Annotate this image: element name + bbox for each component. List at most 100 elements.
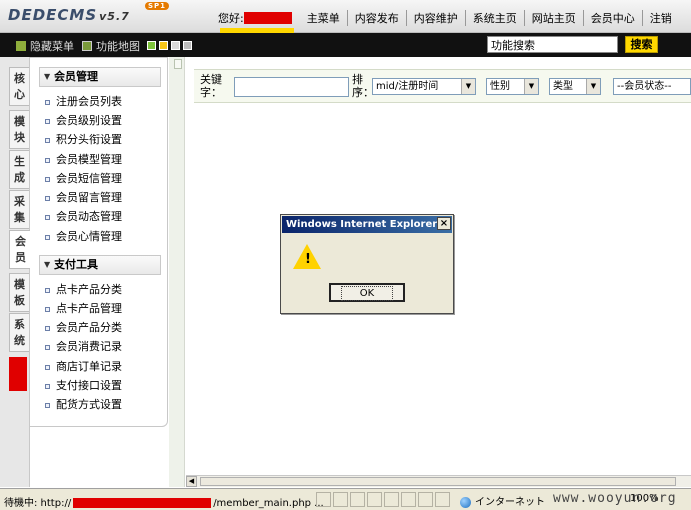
status-select[interactable]: --会员状态-- <box>613 78 691 95</box>
bullet-icon <box>45 118 50 124</box>
menu-item-points-title[interactable]: 积分头衔设置 <box>45 132 122 148</box>
tab-modules[interactable]: 模块 <box>9 110 29 149</box>
section-title: 支付工具 <box>54 258 98 271</box>
horizontal-scrollbar[interactable]: ◀ <box>186 475 691 487</box>
menu-item-card-category[interactable]: 点卡产品分类 <box>45 282 122 298</box>
security-zone[interactable]: インターネット <box>460 493 545 508</box>
scroll-thumb[interactable] <box>200 477 676 486</box>
menu-item-label: 会员留言管理 <box>56 191 122 204</box>
type-select[interactable]: 类型 ▼ <box>549 78 601 95</box>
search-button[interactable]: 搜索 <box>625 36 658 53</box>
status-prefix: 待機中: http:// <box>4 498 72 509</box>
gender-select[interactable]: 性别 ▼ <box>486 78 539 95</box>
dropdown-arrow-icon: ▼ <box>586 79 600 94</box>
status-cell <box>367 492 382 507</box>
menu-item-label: 会员消费记录 <box>56 340 122 353</box>
menu-item-consumption-records[interactable]: 会员消费记录 <box>45 339 122 355</box>
tab-members[interactable]: 会员 <box>9 230 31 269</box>
menu-item-member-activity[interactable]: 会员动态管理 <box>45 209 122 225</box>
menu-item-label: 会员短信管理 <box>56 172 122 185</box>
section-member-management[interactable]: ▼ 会员管理 <box>39 67 161 87</box>
tab-generate[interactable]: 生成 <box>9 150 29 189</box>
menu-item-label: 商店订单记录 <box>56 360 122 373</box>
menu-item-payment-interface[interactable]: 支付接口设置 <box>45 378 122 394</box>
status-cell <box>435 492 450 507</box>
menu-item-label: 配货方式设置 <box>56 398 122 411</box>
tab-templates[interactable]: 模板 <box>9 273 29 312</box>
left-menu: ▼ 会员管理 注册会员列表 会员级别设置 积分头衔设置 会员模型管理 会员短信管… <box>30 57 168 427</box>
status-url-text: 待機中: http:// /member_main.php ... <box>4 494 324 509</box>
sort-label: 排序： <box>352 73 374 99</box>
scroll-left-icon[interactable]: ◀ <box>186 476 197 487</box>
menu-item-order-records[interactable]: 商店订单记录 <box>45 359 122 375</box>
sort-select[interactable]: mid/注册时间 ▼ <box>372 78 476 95</box>
tab-collect[interactable]: 采集 <box>9 190 29 229</box>
nav-logout[interactable]: 注销 <box>641 10 679 26</box>
type-selected-value: 类型 <box>553 81 573 92</box>
menu-splitter[interactable] <box>169 57 185 487</box>
warning-exclamation: ! <box>305 252 311 267</box>
keyword-input[interactable] <box>234 77 349 97</box>
nav-main-menu[interactable]: 主菜单 <box>300 10 347 26</box>
menu-item-label: 会员模型管理 <box>56 153 122 166</box>
nav-site-home[interactable]: 网站主页 <box>523 10 583 26</box>
dialog-title: Windows Internet Explorer <box>282 216 452 233</box>
skin-yellow-swatch[interactable] <box>159 41 168 50</box>
gender-selected-value: 性别 <box>490 81 510 92</box>
nav-content-maintain[interactable]: 内容维护 <box>405 10 465 26</box>
close-icon[interactable]: × <box>437 217 451 230</box>
status-selected-value: --会员状态-- <box>617 81 672 92</box>
section-title: 会员管理 <box>54 70 98 83</box>
sort-selected-value: mid/注册时间 <box>376 81 439 92</box>
ok-button[interactable]: OK <box>329 283 405 302</box>
status-suffix: /member_main.php ... <box>213 498 324 509</box>
menu-item-member-level[interactable]: 会员级别设置 <box>45 113 122 129</box>
bullet-icon <box>45 306 50 312</box>
menu-item-member-product-category[interactable]: 会员产品分类 <box>45 320 122 336</box>
function-map-label: 功能地图 <box>96 40 140 53</box>
menu-item-delivery-methods[interactable]: 配货方式设置 <box>45 397 122 413</box>
logo-version: v5.7 <box>99 10 130 23</box>
bullet-icon <box>45 287 50 293</box>
member-filter-bar: 关键字： 排序： mid/注册时间 ▼ 性别 ▼ 类型 ▼ --会员状态-- <box>194 69 691 103</box>
nav-content-publish[interactable]: 内容发布 <box>346 10 406 26</box>
nav-system-home[interactable]: 系统主页 <box>464 10 524 26</box>
status-cell <box>316 492 331 507</box>
redacted-tab <box>9 357 27 391</box>
skin-light-swatch[interactable] <box>171 41 180 50</box>
menu-item-member-model[interactable]: 会员模型管理 <box>45 152 122 168</box>
zone-label: インターネット <box>475 497 545 508</box>
menu-item-label: 点卡产品分类 <box>56 283 122 296</box>
greeting-label: 您好: <box>218 12 244 25</box>
menu-item-member-sms[interactable]: 会员短信管理 <box>45 171 122 187</box>
menu-item-member-messages[interactable]: 会员留言管理 <box>45 190 122 206</box>
dropdown-arrow-icon: ▼ <box>524 79 538 94</box>
function-map-button[interactable]: 功能地图 <box>82 38 140 54</box>
section-payment-tools[interactable]: ▼ 支付工具 <box>39 255 161 275</box>
menu-item-label: 会员级别设置 <box>56 114 122 127</box>
hide-menu-icon <box>16 41 26 51</box>
collapse-arrow-icon: ▼ <box>44 260 51 269</box>
menu-item-label: 会员心情管理 <box>56 230 122 243</box>
globe-icon <box>460 496 471 508</box>
tab-core[interactable]: 核心 <box>9 67 29 106</box>
bullet-icon <box>45 99 50 105</box>
hide-menu-button[interactable]: 隐藏菜单 <box>16 38 74 54</box>
dedecms-logo[interactable]: DEDECMS v5.7 SP1 <box>8 2 170 24</box>
hide-menu-label: 隐藏菜单 <box>30 40 74 53</box>
bullet-icon <box>45 344 50 350</box>
splitter-handle[interactable] <box>174 59 182 69</box>
menu-item-label: 点卡产品管理 <box>56 302 122 315</box>
bullet-icon <box>45 214 50 220</box>
skin-gray-swatch[interactable] <box>183 41 192 50</box>
nav-member-center[interactable]: 会员中心 <box>582 10 642 26</box>
status-cell <box>350 492 365 507</box>
alert-dialog: Windows Internet Explorer × ! OK <box>280 214 454 314</box>
menu-item-card-products[interactable]: 点卡产品管理 <box>45 301 122 317</box>
skin-green-swatch[interactable] <box>147 41 156 50</box>
menu-item-member-list[interactable]: 注册会员列表 <box>45 94 122 110</box>
function-search-input[interactable] <box>487 36 618 53</box>
menu-item-member-mood[interactable]: 会员心情管理 <box>45 229 122 245</box>
status-cell <box>384 492 399 507</box>
tab-system[interactable]: 系统 <box>9 313 29 352</box>
